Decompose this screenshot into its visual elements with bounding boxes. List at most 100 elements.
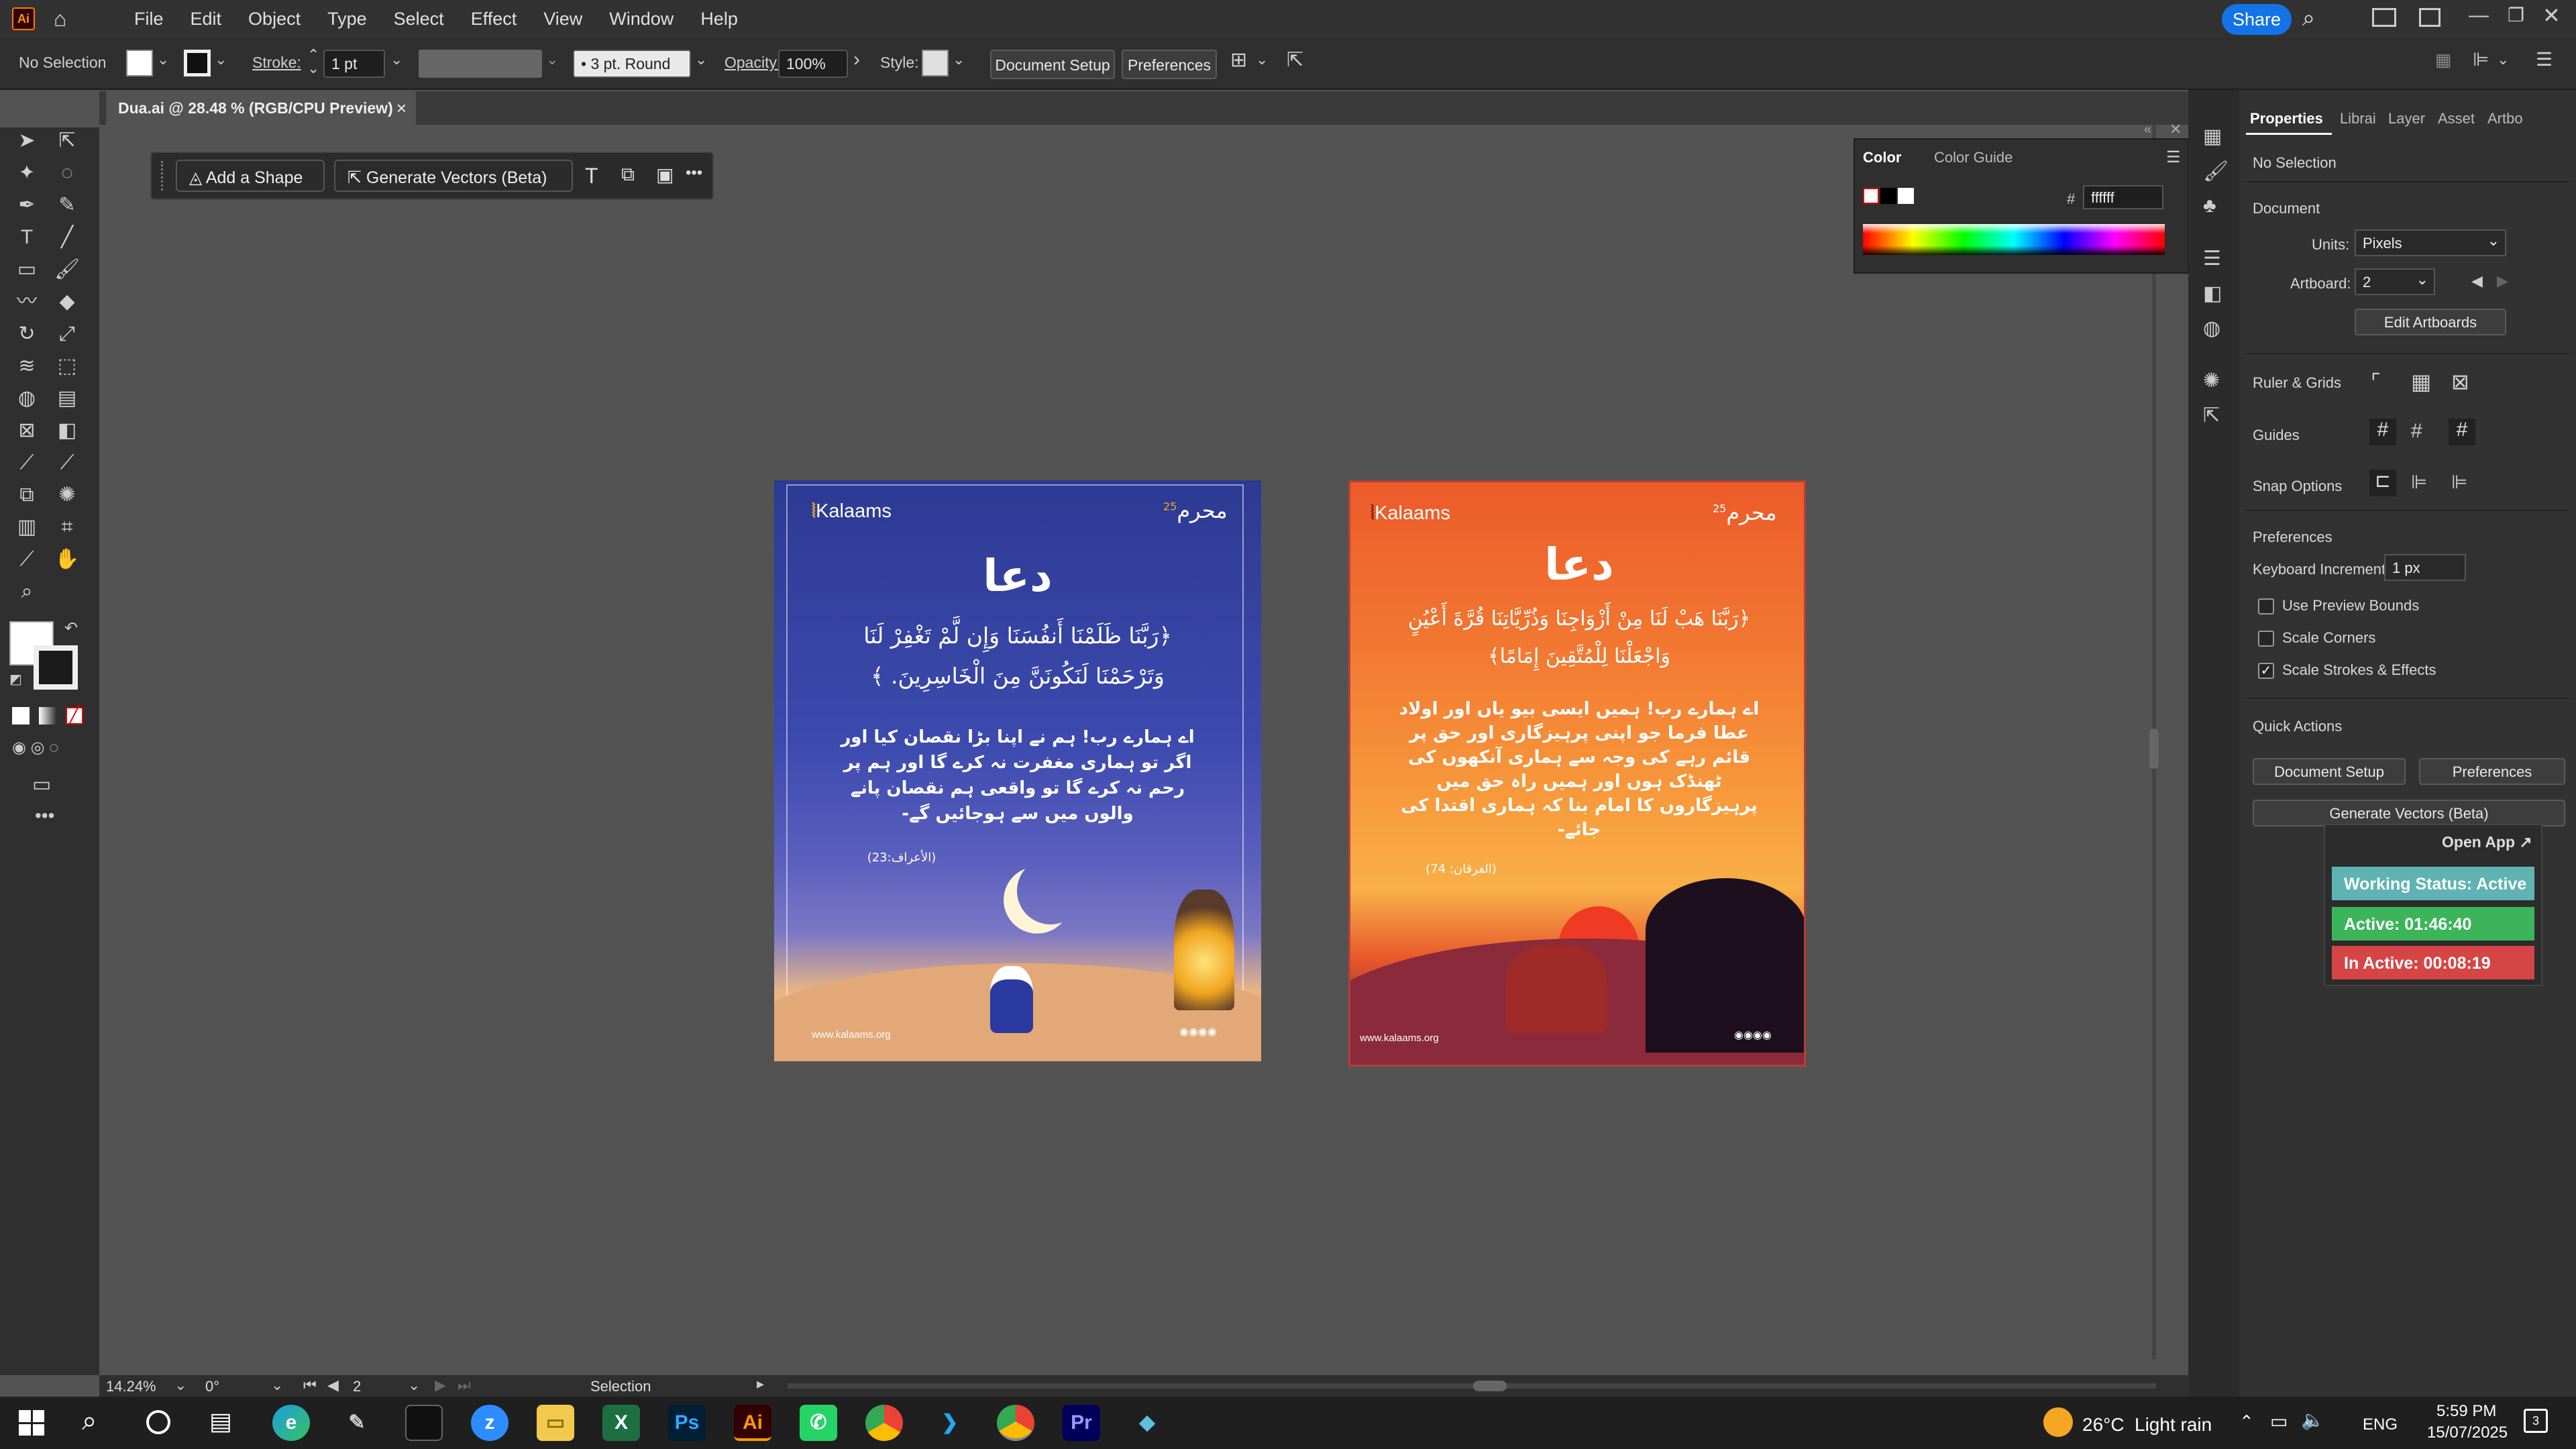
use-preview-bounds-checkbox[interactable]: Use Preview Bounds [2258, 597, 2419, 615]
tracker-app-icon[interactable]: ◆ [1128, 1405, 1166, 1441]
stepper-icon[interactable]: ⌃ ⌄ [307, 48, 319, 76]
chevron-down-icon[interactable]: ⌄ [2497, 51, 2509, 68]
default-colors-icon[interactable]: ◩ [9, 671, 22, 688]
tab-artboards[interactable]: Artbo [2487, 110, 2523, 127]
asset-export-panel-icon[interactable]: ⇱ [2203, 404, 2220, 427]
draw-mode-icon[interactable]: ◉ ◎ ◌ [12, 738, 58, 757]
artboard-number-field[interactable]: 2 [353, 1378, 361, 1395]
close-window-icon[interactable]: ✕ [2542, 3, 2561, 28]
eyedropper-tool-icon[interactable]: ⟋ [12, 449, 42, 476]
none-swatch[interactable] [1863, 188, 1879, 204]
menu-file[interactable]: File [121, 9, 177, 30]
brush-definition-field[interactable]: • 3 pt. Round [573, 50, 691, 78]
menu-icon[interactable]: ☰ [2536, 48, 2553, 70]
vscode-icon[interactable]: ❯ [931, 1405, 969, 1441]
notification-icon[interactable]: 3 [2524, 1409, 2548, 1433]
opacity-field[interactable]: 100% [778, 50, 848, 78]
show-guides-icon[interactable]: # [2369, 419, 2396, 445]
restore-icon[interactable]: ❐ [2508, 4, 2524, 26]
zoom-field[interactable]: 14.24% [106, 1378, 156, 1395]
lasso-tool-icon[interactable]: ◌ [52, 160, 82, 186]
type-tool-icon[interactable]: T [12, 224, 42, 251]
chevron-down-icon[interactable]: ⌄ [1256, 51, 1268, 68]
illustrator-icon[interactable]: Ai [734, 1405, 771, 1441]
chevron-down-icon[interactable]: ⌄ [408, 1377, 420, 1394]
rotate-tool-icon[interactable]: ↻ [12, 321, 42, 347]
quick-preferences-button[interactable]: Preferences [2419, 758, 2565, 785]
edit-artboards-button[interactable]: Edit Artboards [2355, 309, 2506, 335]
white-swatch[interactable] [1898, 188, 1914, 204]
cortana-icon[interactable] [146, 1410, 170, 1434]
transparency-grid-icon[interactable]: ⊠ [2451, 369, 2469, 394]
style-swatch[interactable] [922, 50, 949, 76]
artboard-1[interactable]: ⦚Kalaams محرم25 دعا ﴿رَبَّنَا ظَلَمْنَا … [774, 480, 1261, 1061]
previous-artboard-icon[interactable]: ◀ [327, 1377, 339, 1394]
paintbrush-tool-icon[interactable]: 🖌 [52, 256, 82, 283]
workspace-icon[interactable] [2372, 8, 2396, 27]
artboards-panel-icon[interactable]: ▦ [2203, 125, 2222, 148]
tab-properties[interactable]: Properties [2250, 110, 2323, 127]
warp-tool-icon[interactable]: ≋ [12, 353, 42, 380]
volume-icon[interactable]: 🔈 [2301, 1409, 2324, 1431]
graph-tool-icon[interactable]: ▥ [12, 514, 42, 541]
quick-document-setup-button[interactable]: Document Setup [2253, 758, 2406, 785]
curvature-tool-icon[interactable]: ✎ [52, 192, 82, 219]
scale-tool-icon[interactable]: ⤢ [52, 321, 82, 347]
rotation-field[interactable]: 0° [205, 1378, 219, 1395]
units-dropdown[interactable]: Pixels ⌄ [2355, 229, 2506, 256]
last-artboard-icon[interactable]: ⏭ [458, 1377, 471, 1394]
gradient-panel-icon[interactable]: ◧ [2203, 282, 2222, 305]
chevron-right-icon[interactable]: ▸ [757, 1375, 764, 1393]
variable-width-profile[interactable] [419, 50, 542, 78]
chevron-down-icon[interactable]: ⌄ [695, 51, 707, 68]
terminal-icon[interactable] [405, 1405, 443, 1441]
phone-link-icon[interactable]: ✆ [800, 1405, 837, 1441]
panel-layout-icon[interactable]: ▦ [2435, 50, 2452, 70]
black-swatch[interactable] [1880, 188, 1896, 204]
minimize-icon[interactable]: — [2469, 4, 2489, 27]
clock-date[interactable]: 15/07/2025 [2427, 1424, 2508, 1442]
task-view-icon[interactable]: ▤ [209, 1407, 232, 1436]
clock-time[interactable]: 5:59 PM [2436, 1402, 2496, 1421]
keyboard-increment-input[interactable]: 1 px [2384, 554, 2466, 581]
tray-overflow-icon[interactable]: ⌃ [2239, 1411, 2254, 1432]
menu-type[interactable]: Type [314, 9, 380, 30]
stroke-color-box[interactable] [34, 645, 78, 690]
pen-app-icon[interactable]: ✎ [338, 1405, 376, 1441]
next-artboard-icon[interactable]: ▶ [435, 1377, 446, 1394]
symbol-sprayer-tool-icon[interactable]: ✺ [52, 482, 82, 508]
color-spectrum[interactable] [1863, 224, 2165, 255]
snap-to-glyph-icon[interactable]: ⊫ [2451, 471, 2467, 493]
hex-input[interactable]: ffffff [2083, 185, 2163, 209]
grid-icon[interactable]: ▦ [2411, 369, 2431, 394]
chevron-down-icon[interactable]: ⌄ [546, 51, 558, 68]
scale-corners-checkbox[interactable]: Scale Corners [2258, 629, 2375, 647]
search-icon[interactable]: ⌕ [2302, 5, 2315, 32]
slice-tool-icon[interactable]: ⟋ [12, 546, 42, 573]
menu-select[interactable]: Select [380, 9, 458, 30]
drag-handle-icon[interactable] [161, 161, 165, 191]
panel-collapse-icon[interactable]: « [2144, 122, 2151, 138]
zoom-tool-icon[interactable]: ⌕ [12, 578, 42, 605]
menu-effect[interactable]: Effect [458, 9, 531, 30]
artboard-tool-icon[interactable]: ⌗ [52, 514, 82, 541]
menu-edit[interactable]: Edit [177, 9, 235, 30]
brushes-panel-icon[interactable]: 🖌 [2203, 160, 2229, 183]
tab-color[interactable]: Color [1863, 149, 1901, 166]
artboard-2[interactable]: ⦚Kalaams محرم25 دعا ﴿رَبَّنَا هَبْ لَنَا… [1348, 480, 1806, 1067]
stroke-panel-icon[interactable]: ☰ [2203, 247, 2221, 270]
text-icon[interactable]: T [585, 164, 598, 189]
photoshop-icon[interactable]: Ps [668, 1405, 706, 1441]
menu-object[interactable]: Object [235, 9, 314, 30]
search-icon[interactable]: ⌕ [82, 1406, 97, 1436]
close-tab-icon[interactable]: × [396, 98, 407, 119]
tab-asset-export[interactable]: Asset [2438, 110, 2475, 127]
canvas[interactable]: ◬ Add a Shape ⇱ Generate Vectors (Beta) … [99, 125, 2159, 1375]
screen-mode-icon[interactable]: ▭ [32, 773, 51, 796]
vertical-scroll-thumb[interactable] [2149, 729, 2159, 769]
horizontal-scrollbar[interactable] [788, 1383, 2156, 1389]
excel-icon[interactable]: X [602, 1405, 640, 1441]
menu-window[interactable]: Window [596, 9, 687, 30]
tab-color-guide[interactable]: Color Guide [1934, 149, 2012, 166]
more-tools-icon[interactable]: ••• [35, 805, 54, 826]
